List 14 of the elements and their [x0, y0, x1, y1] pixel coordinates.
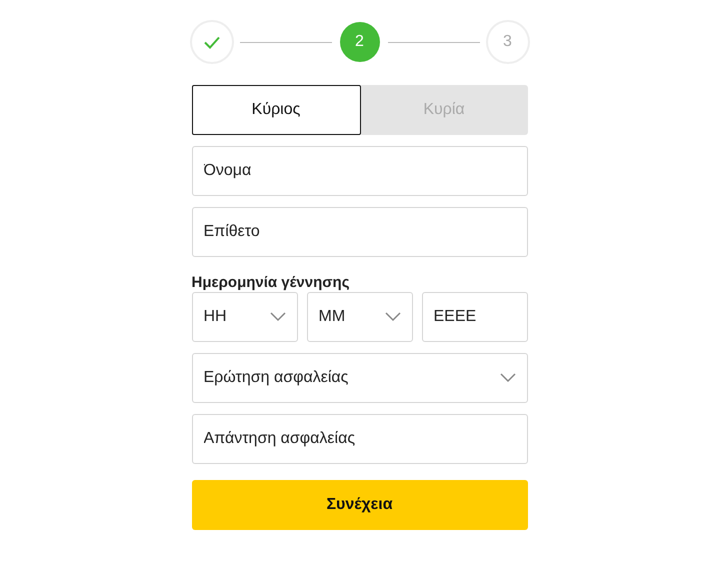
chevron-icon [500, 373, 516, 383]
step-indicator: 3 [488, 22, 528, 62]
dropdown-field[interactable]: ΜΜ [306, 292, 412, 342]
input-field[interactable]: Επίθετο [192, 207, 528, 257]
dropdown-field[interactable]: ΗΗ [192, 292, 298, 342]
step-indicator: 2 [340, 22, 380, 62]
input-field[interactable]: ΕΕΕΕ [422, 292, 528, 342]
input-field[interactable]: Απάντηση ασφαλείας [192, 414, 528, 464]
dropdown-field[interactable]: Ερώτηση ασφαλείας [192, 353, 528, 403]
continue-button[interactable]: Συνέχεια [192, 480, 528, 530]
title-tab[interactable]: Κύριος [192, 85, 360, 135]
chevron-icon [270, 312, 286, 322]
chevron-icon [384, 312, 400, 322]
field-label: Ημερομηνία γέννησης [192, 274, 350, 291]
